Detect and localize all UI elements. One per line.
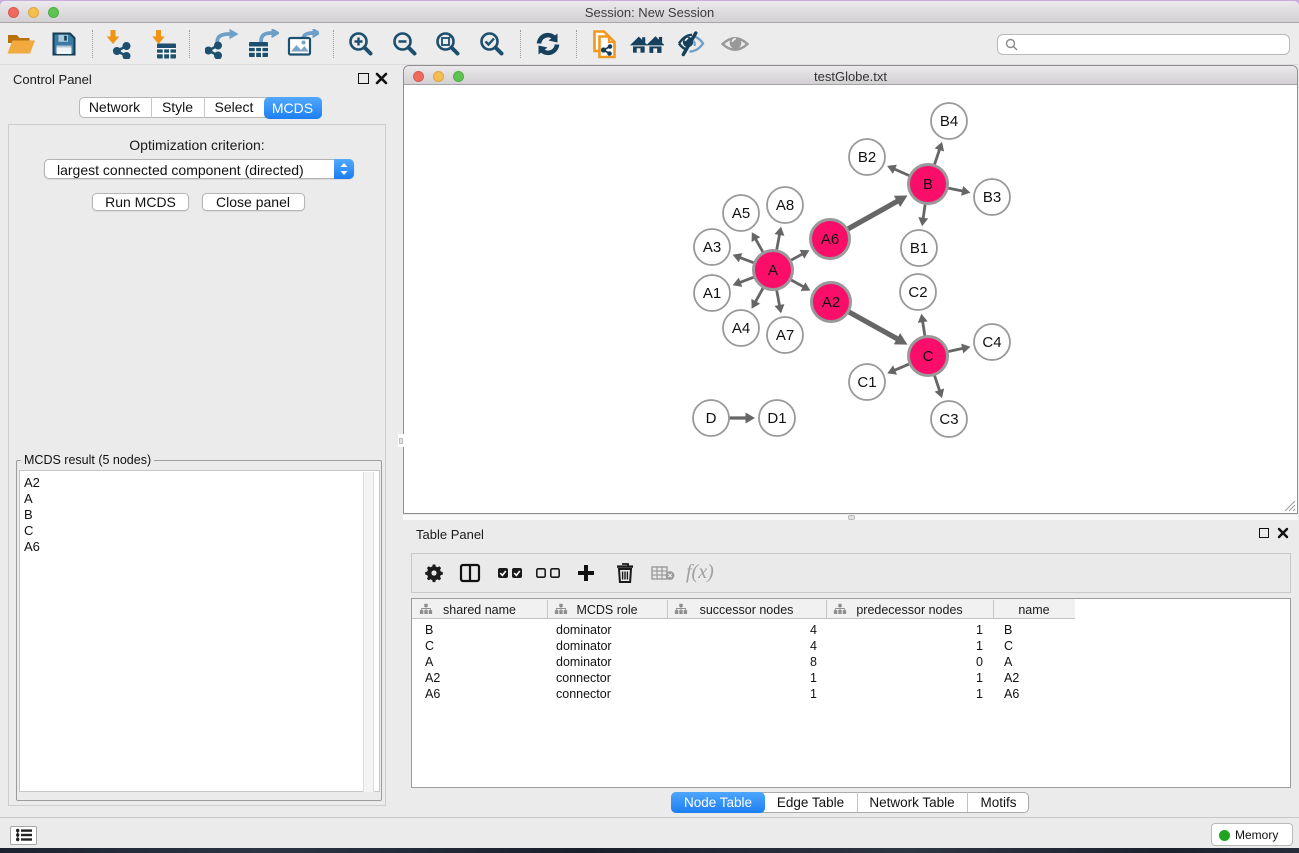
svg-text:A: A xyxy=(768,262,778,279)
svg-text:A7: A7 xyxy=(776,327,794,344)
svg-text:B3: B3 xyxy=(983,189,1001,206)
svg-text:C3: C3 xyxy=(939,411,958,428)
svg-text:C2: C2 xyxy=(908,284,927,301)
svg-text:A1: A1 xyxy=(703,285,721,302)
svg-text:B4: B4 xyxy=(940,113,958,130)
svg-text:A6: A6 xyxy=(821,231,839,248)
svg-text:A2: A2 xyxy=(822,294,840,311)
svg-text:A5: A5 xyxy=(732,205,750,222)
svg-text:C4: C4 xyxy=(982,334,1001,351)
svg-text:A8: A8 xyxy=(776,197,794,214)
svg-text:C1: C1 xyxy=(857,374,876,391)
svg-text:A3: A3 xyxy=(703,239,721,256)
svg-text:B1: B1 xyxy=(910,240,928,257)
svg-text:D1: D1 xyxy=(767,410,786,427)
svg-text:D: D xyxy=(706,410,717,427)
svg-text:B: B xyxy=(923,176,933,193)
svg-text:A4: A4 xyxy=(732,320,750,337)
svg-text:B2: B2 xyxy=(858,149,876,166)
svg-text:C: C xyxy=(923,348,934,365)
